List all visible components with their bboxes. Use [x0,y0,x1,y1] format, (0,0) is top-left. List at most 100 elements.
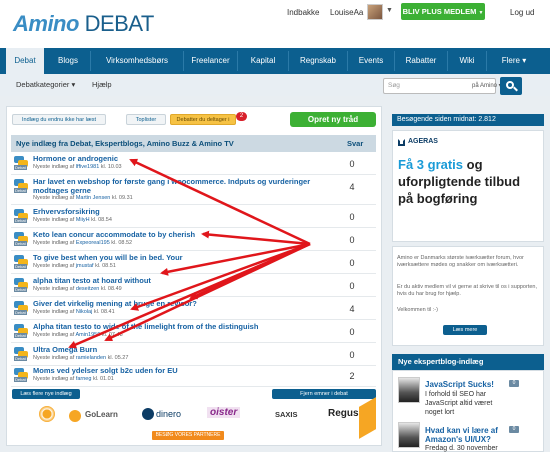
partner-saxis[interactable]: SAXIS [275,410,298,419]
table-row[interactable]: Debat Har lavet en webshop for første gan… [11,175,376,205]
thread-title-link[interactable]: Keto lean concur accommodate to by cheri… [33,230,323,239]
thread-time: 08.51 [102,263,116,269]
thread-title-link[interactable]: Ultra Omega Burn [33,345,323,354]
table-row[interactable]: Debat alpha titan testo at hoard without N… [11,274,376,297]
tab-rabatter[interactable]: Rabatter [395,48,447,74]
tab-kapital[interactable]: Kapital [238,48,288,74]
categories-dropdown[interactable]: Debatkategorier ▾ [16,80,75,89]
expert-blog-heading: Nye ekspertblog-indlæg [392,354,544,370]
thread-author-link[interactable]: farneg [76,376,92,382]
thread-author-link[interactable]: Martin Jensen [76,195,111,201]
participating-button[interactable]: Debatter du deltager i [170,114,236,125]
thread-author-link[interactable]: Nikolaj [76,309,93,315]
table-row[interactable]: Debat To give best when you will be in be… [11,251,376,274]
partners-ribbon [359,397,376,439]
thread-author-link[interactable]: ramielanden [76,355,106,361]
thread-meta: Nyeste indlæg af deseitzen kl. 08.49 [33,286,122,292]
table-row[interactable]: Debat Alpha titan testo to wide of the li… [11,320,376,343]
table-row[interactable]: Debat Giver det virkelig mening at bruge … [11,297,376,320]
reply-count: 0 [349,327,355,337]
partner-logo-icon[interactable] [39,406,55,422]
thread-title-link[interactable]: alpha titan testo at hoard without [33,276,323,285]
visit-partners-button[interactable]: BESØG VORES PARTNERE [152,431,224,440]
thread-title-link[interactable]: Alpha titan testo to wide of the limelig… [33,322,323,331]
thread-title-link[interactable]: Har lavet en webshop for første gang i w… [33,177,323,195]
thread-author-link[interactable]: Expeoreal195 [76,240,110,246]
thread-time: 08.41 [100,309,115,315]
thread-author-link[interactable]: jmustaf [76,263,94,269]
ageras-mark-icon [398,139,405,146]
read-more-button[interactable]: Læs mere [443,325,487,335]
thread-title-link[interactable]: Hormone or androgenic [33,154,323,163]
tab-debat[interactable]: Debat [6,48,44,76]
search-button[interactable] [500,77,522,95]
tab-regnskab[interactable]: Regnskab [289,48,347,74]
table-row[interactable]: Debat Ultra Omega Burn Nyeste indlæg af ra… [11,343,376,366]
meta-kl: kl. [100,164,107,170]
partner-regus[interactable]: Regus [328,408,359,419]
debate-bubble-icon: Debat [14,324,28,338]
logout-link[interactable]: Log ud [510,8,534,17]
partner-dinero[interactable]: dinero [156,409,181,419]
thread-title-link[interactable]: Erhvervsforsikring [33,207,323,216]
debate-bubble-icon: Debat [14,368,28,382]
tab-flere[interactable]: Flere ▾ [487,48,541,74]
reply-count: 0 [349,281,355,291]
expert-post-count: 0 [509,380,519,387]
username-link[interactable]: LouiseAa [330,8,363,17]
table-row[interactable]: Debat Erhvervsforsikring Nyeste indlæg af … [11,205,376,228]
thread-author-link[interactable]: Amin1956 [76,332,101,338]
meta-kl: kl. [111,240,117,246]
debate-tag: Debat [14,377,27,382]
tab-blogs[interactable]: Blogs [46,48,90,74]
thread-title-link[interactable]: To give best when you will be in bed. Yo… [33,253,323,262]
expert-post-title[interactable]: Hvad kan vi lære af Amazon's UI/UX? [425,426,509,444]
meta-kl: kl. [100,286,107,292]
table-row[interactable]: Debat Keto lean concur accommodate to by … [11,228,376,251]
thread-author-link[interactable]: deseitzen [76,286,100,292]
thread-meta: Nyeste indlæg af Expeoreal195 kl. 08.52 [33,240,132,246]
remove-topics-button[interactable]: Fjern emner i debat [272,389,376,399]
reply-count: 4 [349,182,355,192]
plus-member-button[interactable]: BLIV PLUS MEDLEM ▼ [401,3,485,20]
chevron-down-icon[interactable]: ▼ [386,7,393,14]
thread-list-title: Nye indlæg fra Debat, Ekspertblogs, Amin… [16,139,234,148]
partner-oister[interactable]: oister [207,407,241,418]
meta-prefix: Nyeste indlæg af [33,263,75,269]
new-thread-button[interactable]: Opret ny tråd [290,112,376,127]
debate-bubble-icon: Debat [14,255,28,269]
unread-button[interactable]: Indlæg du endnu ikke har læst [12,114,106,125]
more-posts-button[interactable]: Læs flere nye indlæg [12,389,80,399]
thread-title-link[interactable]: Moms ved ydelser solgt b2c uden for EU [33,366,323,375]
search-scope-select[interactable]: på Amino ▾ [472,82,502,89]
amino-debat-logo[interactable]: Amino DEBAT [13,13,154,35]
tab-virksomhedsbors[interactable]: Virksomhedsbørs [91,48,183,74]
info-support: Er du aktiv medlem vil vi gerne at skriv… [397,284,538,297]
debate-tag: Debat [14,218,27,223]
avatar[interactable] [367,4,383,20]
reply-count: 0 [349,212,355,222]
table-row[interactable]: Debat Moms ved ydelser solgt b2c uden for… [11,364,376,387]
inbox-link[interactable]: Indbakke [287,8,319,17]
avatar[interactable] [398,377,420,403]
expert-post-title[interactable]: JavaScript Sucks! [425,380,509,389]
reply-count: 0 [349,258,355,268]
avatar[interactable] [398,422,420,448]
tab-freelancer[interactable]: Freelancer [184,48,237,74]
tab-events[interactable]: Events [348,48,394,74]
thread-author-link[interactable]: lffive1981 [76,164,99,170]
thread-meta: Nyeste indlæg af MiiyH kl. 08.54 [33,217,112,223]
thread-author-link[interactable]: MiiyH [76,217,90,223]
help-link[interactable]: Hjælp [92,80,112,89]
meta-prefix: Nyeste indlæg af [33,332,75,338]
tab-wiki[interactable]: Wiki [448,48,486,74]
ageras-logo: AGERAS [398,138,442,147]
thread-time: 08.52 [118,240,133,246]
toplists-button[interactable]: Toplister [126,114,166,125]
meta-prefix: Nyeste indlæg af [33,286,75,292]
meta-prefix: Nyeste indlæg af [33,164,75,170]
partner-golearn[interactable]: GoLearn [85,410,118,419]
table-row[interactable]: Debat Hormone or androgenic Nyeste indlæg … [11,152,376,175]
thread-title-link[interactable]: Giver det virkelig mening at bruge en re… [33,299,323,308]
debate-tag: Debat [14,165,27,170]
